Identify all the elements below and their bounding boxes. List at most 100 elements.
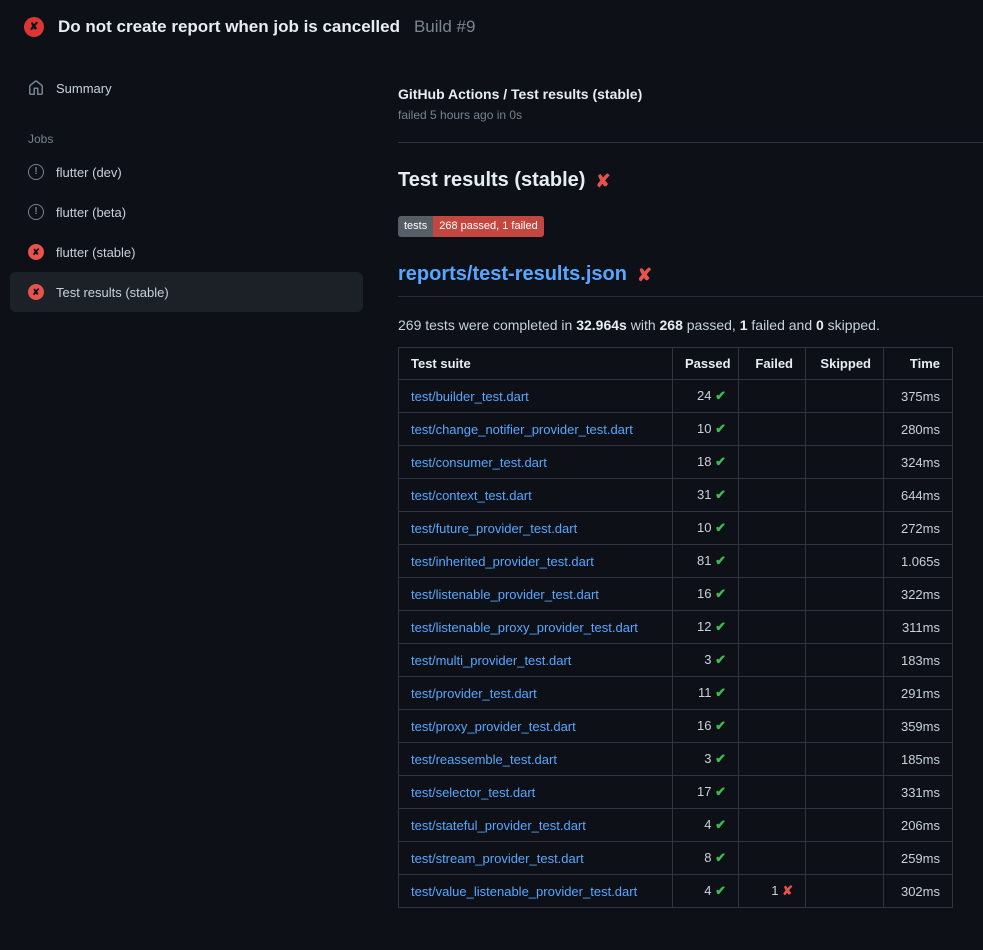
summary-text: 269 tests were completed in: [398, 317, 576, 333]
cancelled-status-icon: !: [28, 204, 44, 220]
tests-badge: tests 268 passed, 1 failed: [398, 216, 544, 237]
skipped-cell: [806, 512, 884, 545]
failed-cell: [739, 578, 806, 611]
test-suite-link[interactable]: test/inherited_provider_test.dart: [411, 554, 594, 569]
test-suite-link[interactable]: test/future_provider_test.dart: [411, 521, 577, 536]
test-suite-link[interactable]: test/consumer_test.dart: [411, 455, 547, 470]
suite-cell: test/stateful_provider_test.dart: [399, 809, 673, 842]
badge-label: tests: [398, 216, 433, 237]
report-title: reports/test-results.json ✘: [398, 263, 983, 297]
x-glyph: ✘: [32, 248, 40, 257]
skipped-cell: [806, 710, 884, 743]
suite-cell: test/context_test.dart: [399, 479, 673, 512]
x-glyph: ✘: [29, 22, 38, 33]
sidebar-item-flutter-dev[interactable]: ! flutter (dev): [10, 152, 363, 192]
passed-cell: 31 ✔: [673, 479, 739, 512]
skipped-cell: [806, 380, 884, 413]
failed-cell: [739, 380, 806, 413]
cross-icon: ✘: [782, 883, 793, 898]
badge-row: tests 268 passed, 1 failed: [398, 216, 983, 237]
time-cell: 291ms: [884, 677, 953, 710]
test-suite-link[interactable]: test/builder_test.dart: [411, 389, 529, 404]
table-row: test/consumer_test.dart18 ✔324ms: [399, 446, 953, 479]
test-suite-link[interactable]: test/stream_provider_test.dart: [411, 851, 584, 866]
passed-cell: 24 ✔: [673, 380, 739, 413]
suite-cell: test/multi_provider_test.dart: [399, 644, 673, 677]
test-suite-link[interactable]: test/listenable_provider_test.dart: [411, 587, 599, 602]
failed-cell: [739, 545, 806, 578]
cancelled-status-icon: !: [28, 164, 44, 180]
skipped-cell: [806, 644, 884, 677]
suite-cell: test/consumer_test.dart: [399, 446, 673, 479]
summary-passed-count: 268: [660, 317, 683, 333]
test-suite-link[interactable]: test/context_test.dart: [411, 488, 532, 503]
summary-duration: 32.964s: [576, 317, 627, 333]
test-suite-link[interactable]: test/multi_provider_test.dart: [411, 653, 571, 668]
table-row: test/listenable_proxy_provider_test.dart…: [399, 611, 953, 644]
skipped-cell: [806, 842, 884, 875]
failed-cell: [739, 809, 806, 842]
table-row: test/builder_test.dart 24 ✔ 375ms: [399, 380, 953, 413]
test-suite-link[interactable]: test/reassemble_test.dart: [411, 752, 557, 767]
sidebar-item-flutter-stable[interactable]: ✘ flutter (stable): [10, 232, 363, 272]
failed-status-icon: ✘: [28, 284, 44, 300]
check-icon: ✔: [715, 454, 726, 469]
column-header-test-suite: Test suite: [399, 348, 673, 380]
column-header-time: Time: [884, 348, 953, 380]
test-suite-link[interactable]: test/provider_test.dart: [411, 686, 537, 701]
report-file-link[interactable]: reports/test-results.json: [398, 263, 627, 286]
sidebar-item-label: flutter (beta): [56, 205, 126, 220]
sidebar-item-flutter-beta[interactable]: ! flutter (beta): [10, 192, 363, 232]
check-icon: ✔: [715, 751, 726, 766]
skipped-cell: [806, 413, 884, 446]
time-cell: 183ms: [884, 644, 953, 677]
failed-cell: [739, 611, 806, 644]
time-cell: 1.065s: [884, 545, 953, 578]
test-suite-link[interactable]: test/selector_test.dart: [411, 785, 535, 800]
table-row: test/selector_test.dart 17 ✔ 331ms: [399, 776, 953, 809]
sidebar-item-label: flutter (dev): [56, 165, 122, 180]
time-cell: 259ms: [884, 842, 953, 875]
test-suite-link[interactable]: test/value_listenable_provider_test.dart: [411, 884, 637, 899]
main-content: GitHub Actions / Test results (stable) f…: [375, 50, 983, 908]
time-cell: 375ms: [884, 380, 953, 413]
passed-cell: 10 ✔: [673, 413, 739, 446]
page-title: Do not create report when job is cancell…: [58, 17, 400, 37]
table-row: test/listenable_provider_test.dart16 ✔32…: [399, 578, 953, 611]
suite-cell: test/provider_test.dart: [399, 677, 673, 710]
test-suite-link[interactable]: test/stateful_provider_test.dart: [411, 818, 586, 833]
skipped-cell: [806, 545, 884, 578]
suite-cell: test/future_provider_test.dart: [399, 512, 673, 545]
table-row: test/inherited_provider_test.dart81 ✔1.0…: [399, 545, 953, 578]
sidebar-item-label: Test results (stable): [56, 285, 169, 300]
passed-cell: 4 ✔: [673, 875, 739, 908]
skipped-cell: [806, 479, 884, 512]
table-row: test/value_listenable_provider_test.dart…: [399, 875, 953, 908]
sidebar-summary-label: Summary: [56, 81, 112, 96]
summary-line: 269 tests were completed in 32.964s with…: [398, 317, 983, 333]
table-row: test/stateful_provider_test.dart4 ✔206ms: [399, 809, 953, 842]
time-cell: 272ms: [884, 512, 953, 545]
badge-value: 268 passed, 1 failed: [433, 216, 543, 237]
failed-cell: [739, 446, 806, 479]
skipped-cell: [806, 875, 884, 908]
test-suite-link[interactable]: test/change_notifier_provider_test.dart: [411, 422, 633, 437]
sidebar-item-test-results-stable[interactable]: ✘ Test results (stable): [10, 272, 363, 312]
results-table: Test suite Passed Failed Skipped Time te…: [398, 347, 953, 908]
time-cell: 331ms: [884, 776, 953, 809]
check-icon: ✔: [715, 850, 726, 865]
suite-cell: test/builder_test.dart: [399, 380, 673, 413]
passed-cell: 17 ✔: [673, 776, 739, 809]
test-suite-link[interactable]: test/listenable_proxy_provider_test.dart: [411, 620, 638, 635]
build-number: Build #9: [414, 17, 475, 37]
test-suite-link[interactable]: test/proxy_provider_test.dart: [411, 719, 576, 734]
section-title-text: Test results (stable): [398, 169, 585, 192]
time-cell: 311ms: [884, 611, 953, 644]
check-icon: ✔: [715, 421, 726, 436]
jobs-section-label: Jobs: [10, 132, 363, 146]
sidebar-item-summary[interactable]: Summary: [10, 68, 363, 108]
passed-cell: 10 ✔: [673, 512, 739, 545]
failed-cell: [739, 644, 806, 677]
passed-cell: 16 ✔: [673, 710, 739, 743]
table-row: test/change_notifier_provider_test.dart 1…: [399, 413, 953, 446]
